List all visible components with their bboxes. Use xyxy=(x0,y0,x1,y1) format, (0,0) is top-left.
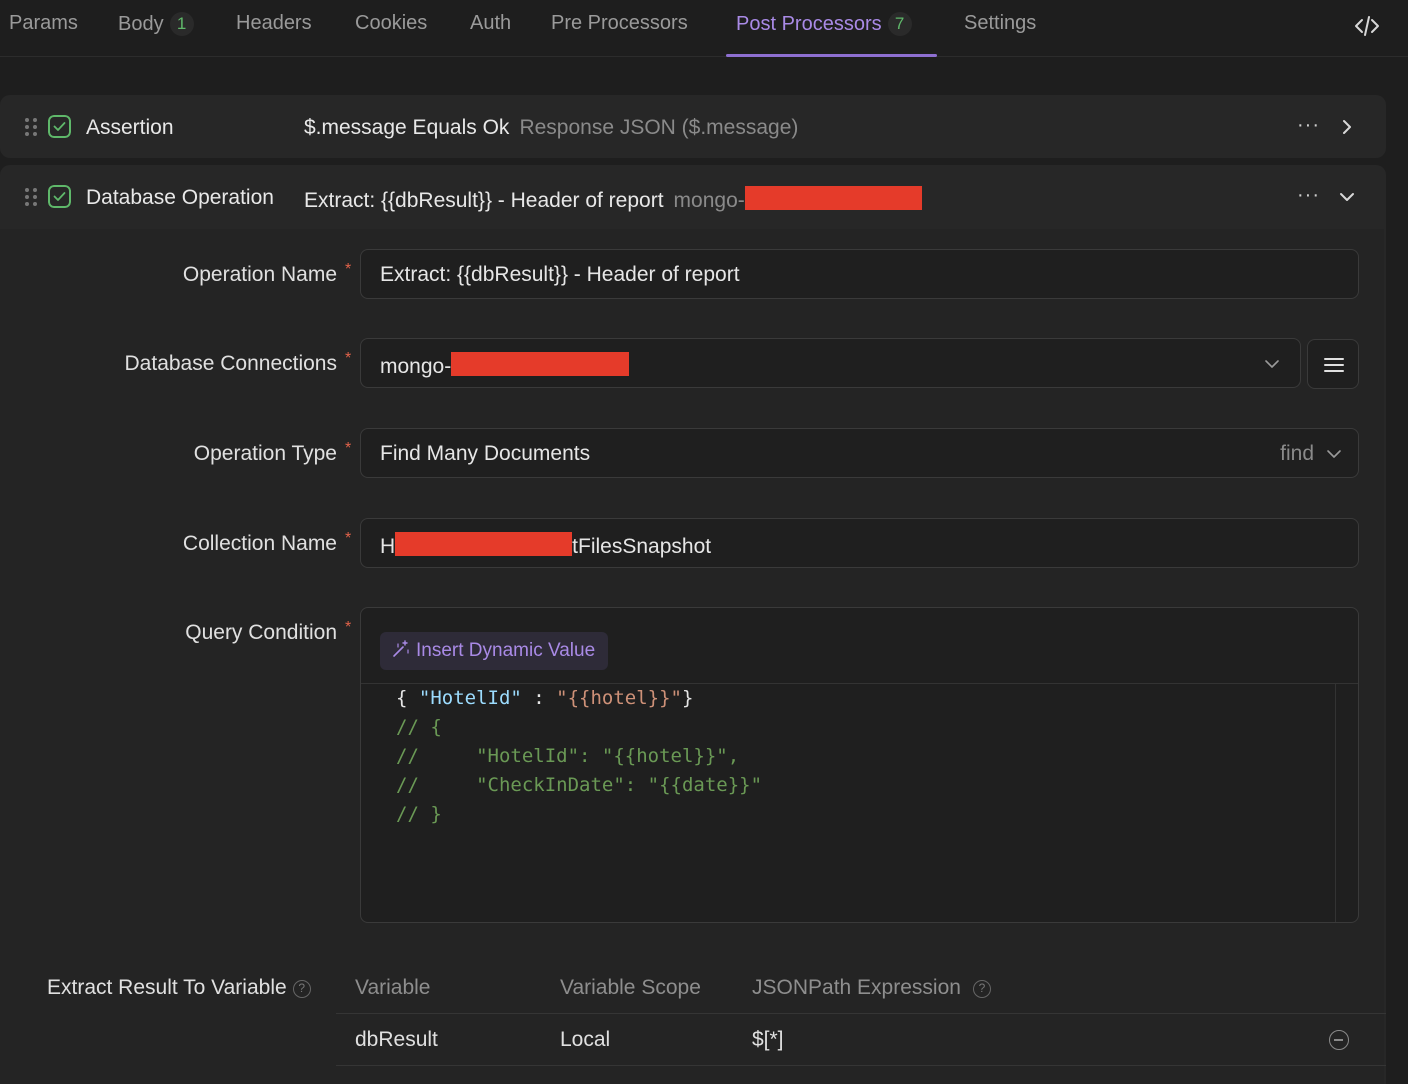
variable-name-cell[interactable]: dbResult xyxy=(355,1028,438,1052)
table-divider xyxy=(336,1013,1386,1014)
tab-pre-processors[interactable]: Pre Processors xyxy=(551,12,688,35)
processor-title: Database Operation xyxy=(86,186,274,209)
tab-headers[interactable]: Headers xyxy=(236,12,312,35)
database-connection-select[interactable]: mongo- xyxy=(360,338,1301,388)
more-options-button[interactable]: ··· xyxy=(1297,184,1320,207)
menu-icon xyxy=(1324,358,1344,372)
query-condition-label: Query Condition xyxy=(185,621,337,644)
database-connections-label: Database Connections xyxy=(124,352,337,375)
jsonpath-cell[interactable]: $[*] xyxy=(752,1028,784,1052)
table-divider xyxy=(336,1065,1386,1066)
collection-name-input[interactable]: HtFilesSnapshot xyxy=(360,518,1359,568)
tab-body-badge: 1 xyxy=(169,12,194,36)
processor-summary: $.message Equals Ok Response JSON ($.mess… xyxy=(304,116,799,139)
more-options-button[interactable]: ··· xyxy=(1297,114,1320,137)
tab-params[interactable]: Params xyxy=(9,12,78,35)
processor-summary: Extract: {{dbResult}} - Header of report… xyxy=(304,186,922,213)
redaction-box xyxy=(744,186,922,210)
code-icon[interactable] xyxy=(1354,14,1380,38)
chevron-down-icon[interactable] xyxy=(1338,188,1356,206)
tab-settings[interactable]: Settings xyxy=(964,12,1036,35)
collection-name-label: Collection Name xyxy=(182,532,337,555)
tab-post-processors[interactable]: Post Processors 7 xyxy=(736,12,912,36)
operation-method: find xyxy=(1280,442,1314,465)
enabled-checkbox-icon[interactable] xyxy=(48,115,71,138)
drag-handle-icon[interactable] xyxy=(24,117,38,137)
processor-title: Assertion xyxy=(86,116,174,139)
extract-result-label: Extract Result To Variable? xyxy=(47,976,311,1000)
magic-wand-icon xyxy=(393,640,409,657)
required-mark: * xyxy=(345,619,352,636)
insert-dynamic-value-button[interactable]: Insert Dynamic Value xyxy=(380,632,609,670)
tab-auth[interactable]: Auth xyxy=(470,12,511,35)
chevron-right-icon[interactable] xyxy=(1338,118,1356,136)
column-variable: Variable xyxy=(355,976,431,999)
help-icon[interactable]: ? xyxy=(972,980,991,998)
manage-connections-button[interactable] xyxy=(1307,339,1359,389)
query-code[interactable]: { "HotelId" : "{{hotel}}"} // { // "Hote… xyxy=(396,684,762,829)
operation-type-select[interactable]: Find Many Documents find xyxy=(360,428,1359,478)
enabled-checkbox-icon[interactable] xyxy=(48,185,71,208)
processor-header[interactable]: Database Operation Extract: {{dbResult}}… xyxy=(0,165,1386,229)
help-icon[interactable]: ? xyxy=(292,980,311,998)
operation-type-label: Operation Type xyxy=(193,442,337,465)
required-mark: * xyxy=(345,440,352,457)
active-tab-indicator xyxy=(726,54,937,57)
required-mark: * xyxy=(345,350,352,367)
operation-name-label: Operation Name xyxy=(182,263,337,286)
operation-name-input[interactable]: Extract: {{dbResult}} - Header of report xyxy=(360,249,1359,299)
editor-scrollbar[interactable] xyxy=(1335,684,1336,922)
required-mark: * xyxy=(345,261,352,278)
column-jsonpath: JSONPath Expression? xyxy=(752,976,991,1000)
tab-cookies[interactable]: Cookies xyxy=(355,12,427,35)
drag-handle-icon[interactable] xyxy=(24,187,38,207)
chevron-down-icon xyxy=(1327,450,1341,458)
variable-scope-cell[interactable]: Local xyxy=(560,1028,610,1052)
tab-body[interactable]: Body 1 xyxy=(118,12,194,36)
redaction-box xyxy=(451,352,630,376)
remove-row-icon[interactable] xyxy=(1329,1030,1349,1050)
tab-post-processors-badge: 7 xyxy=(887,12,912,36)
chevron-down-icon xyxy=(1265,360,1279,368)
request-tabs: Params Body 1 Headers Cookies Auth Pre Pr… xyxy=(0,0,1408,57)
query-condition-editor[interactable]: Insert Dynamic Value { "HotelId" : "{{ho… xyxy=(360,607,1359,923)
redaction-box xyxy=(395,532,573,556)
processor-assertion[interactable]: Assertion $.message Equals Ok Response JS… xyxy=(0,95,1386,158)
required-mark: * xyxy=(345,530,352,547)
column-variable-scope: Variable Scope xyxy=(560,976,701,999)
